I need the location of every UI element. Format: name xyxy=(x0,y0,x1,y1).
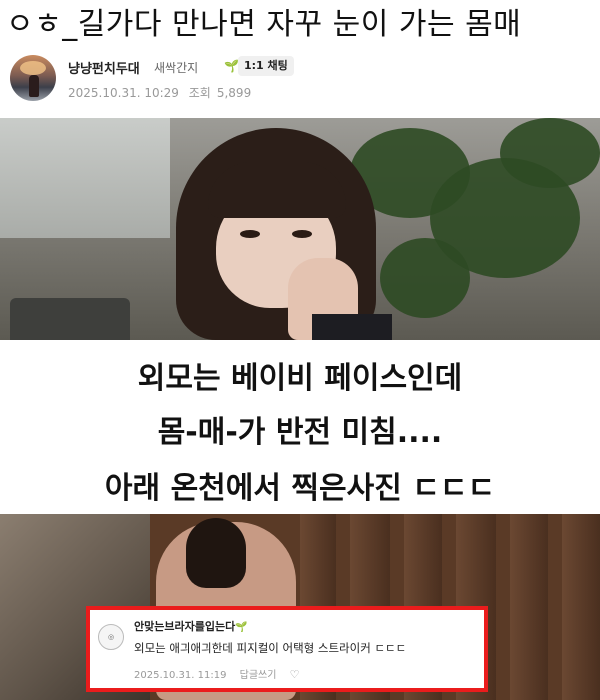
sprout-icon: 🌱 xyxy=(235,622,248,633)
author-grade: 새싹간지 xyxy=(154,61,199,75)
commenter-avatar[interactable]: ◎ xyxy=(98,624,124,650)
commenter-nickname[interactable]: 안맞는브라자를입는다🌱 xyxy=(134,618,248,634)
heart-outline-icon[interactable]: ♡ xyxy=(290,668,300,681)
post-meta: 2025.10.31. 10:29 조회 5,899 xyxy=(68,84,257,101)
comment-meta: 2025.10.31. 11:19 답글쓰기 ♡ xyxy=(134,666,310,681)
chat-button[interactable]: 1:1 채팅 xyxy=(238,56,294,76)
sprout-icon: 🌱 xyxy=(224,59,239,73)
author-row: 냥냥펀치두대 새싹간지 🌱 1:1 채팅 2025.10.31. 10:29 조… xyxy=(10,55,590,103)
author-avatar[interactable] xyxy=(10,55,56,101)
post-photo-portrait xyxy=(0,118,600,340)
reply-button[interactable]: 답글쓰기 xyxy=(240,670,277,681)
author-nickname[interactable]: 냥냥펀치두대 xyxy=(68,58,140,77)
caption-block: 외모는 베이비 페이스인데 몸-매-가 반전 미침.... 아래 온천에서 찍은… xyxy=(0,341,600,513)
post-date: 2025.10.31. 10:29 xyxy=(68,86,179,100)
comment-text: 외모는 애긔애긔한데 피지컬이 어택형 스트라이커 ㄷㄷㄷ xyxy=(134,641,407,655)
caption-line-2: 몸-매-가 반전 미침.... xyxy=(157,415,443,450)
post-title: ㅇㅎ_길가다 만나면 자꾸 눈이 가는 몸매 xyxy=(6,7,522,42)
caption-line-1: 외모는 베이비 페이스인데 xyxy=(137,361,463,396)
views-label: 조회 xyxy=(188,86,211,100)
caption-line-3: 아래 온천에서 찍은사진 ㄷㄷㄷ xyxy=(104,471,496,506)
highlighted-comment: ◎ 안맞는브라자를입는다🌱 외모는 애긔애긔한데 피지컬이 어택형 스트라이커 … xyxy=(86,606,488,692)
views-count: 5,899 xyxy=(216,86,252,100)
comment-date: 2025.10.31. 11:19 xyxy=(134,670,227,681)
